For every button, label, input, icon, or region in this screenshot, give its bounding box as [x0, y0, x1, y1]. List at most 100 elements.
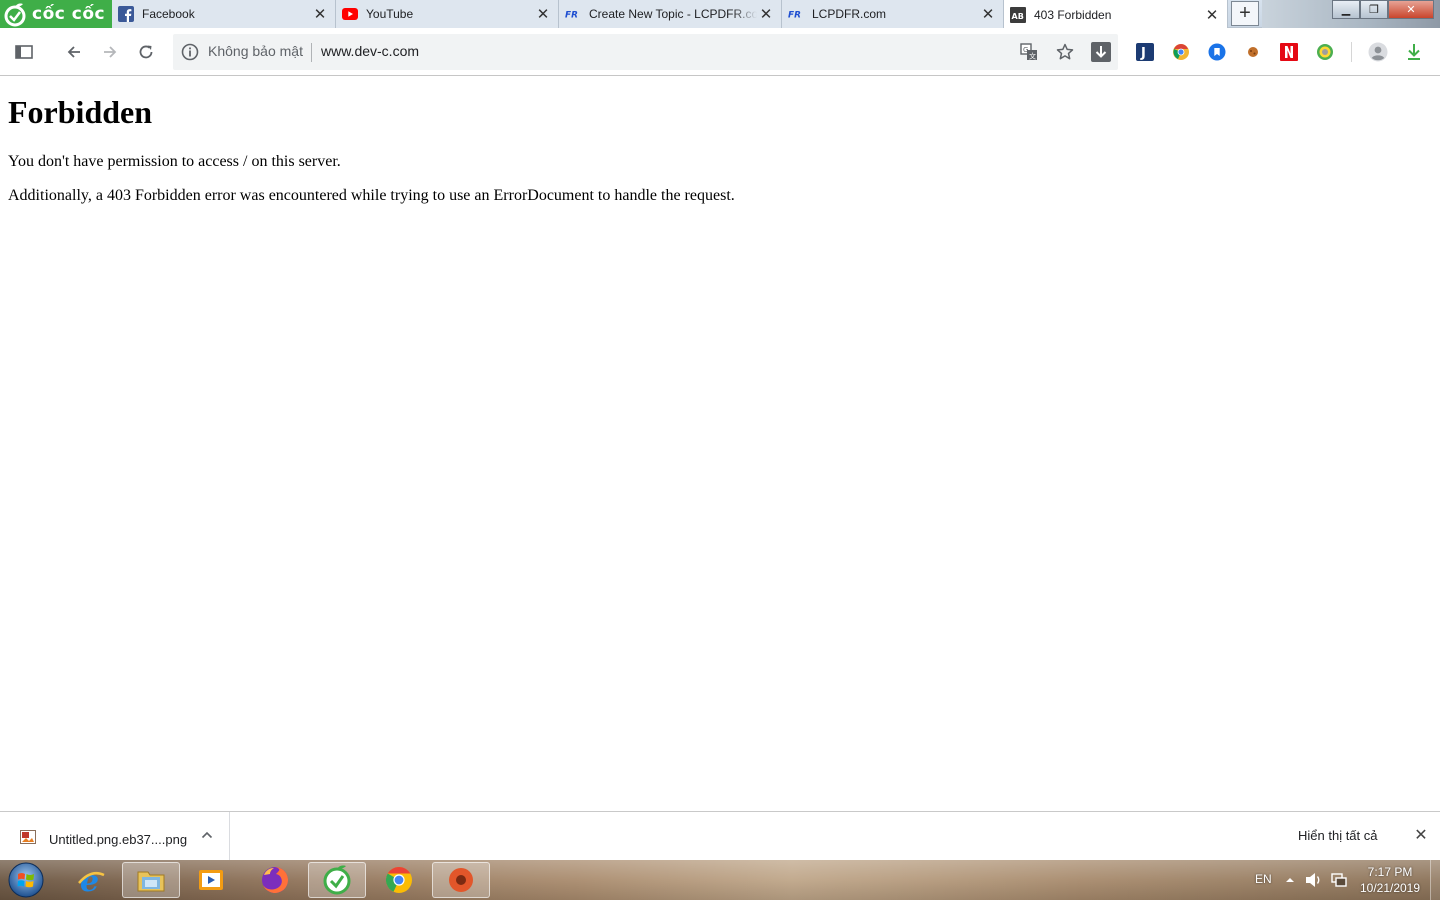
coccoc-icon	[323, 865, 351, 895]
download-file-name[interactable]: Untitled.png.eb37....png	[49, 832, 187, 847]
tab-title: LCPDFR.com	[812, 7, 887, 21]
network-icon[interactable]	[1331, 872, 1347, 888]
minimize-button[interactable]: ▁	[1332, 0, 1360, 19]
download-arrow-icon	[1408, 44, 1420, 60]
tab-title: YouTube	[366, 7, 414, 21]
download-item[interactable]: Untitled.png.eb37....png	[0, 812, 230, 860]
forward-button[interactable]	[96, 38, 124, 66]
close-icon[interactable]: ✕	[1413, 827, 1429, 844]
ab-icon: AB	[1010, 6, 1026, 23]
taskbar-ie-button[interactable]: e	[62, 862, 120, 898]
system-clock[interactable]: 7:17 PM 10/21/2019	[1352, 864, 1428, 896]
extension-globe-button[interactable]	[1315, 42, 1335, 62]
image-file-icon	[20, 830, 36, 844]
browser-toolbar: Không bảo mật www.dev-c.com G文 J	[0, 28, 1440, 76]
svg-text:文: 文	[1029, 52, 1036, 61]
extension-cookie-button[interactable]	[1243, 42, 1263, 62]
brand-name: cốc cốc	[32, 4, 106, 24]
taskbar-firefox-button[interactable]	[246, 862, 304, 898]
restore-button[interactable]: ❐	[1360, 0, 1388, 19]
show-hidden-icons-icon[interactable]	[1285, 875, 1295, 885]
address-bar[interactable]: Không bảo mật www.dev-c.com G文	[173, 34, 1118, 70]
savior-download-button[interactable]	[1090, 41, 1112, 63]
url-text[interactable]: www.dev-c.com	[321, 43, 419, 59]
svg-text:AB: AB	[1012, 12, 1024, 21]
tab-title: Facebook	[142, 7, 195, 21]
translate-icon: G文	[1020, 43, 1037, 61]
new-tab-button[interactable]: +	[1231, 1, 1259, 26]
toolbar-divider	[1351, 42, 1352, 62]
language-indicator[interactable]: EN	[1255, 872, 1272, 886]
tab-403-forbidden[interactable]: AB 403 Forbidden ✕	[1004, 0, 1228, 29]
tab-title: 403 Forbidden	[1034, 7, 1112, 22]
extension-chrome-button[interactable]	[1171, 42, 1191, 62]
downloads-button[interactable]	[1404, 42, 1424, 62]
tab-close-icon[interactable]: ✕	[757, 5, 775, 23]
star-icon	[1056, 43, 1074, 60]
tab-close-icon[interactable]: ✕	[979, 5, 997, 23]
coccoc-logo-icon	[4, 3, 26, 27]
clock-time: 7:17 PM	[1367, 865, 1413, 879]
chrome-extension-icon	[1173, 44, 1189, 60]
tab-close-icon[interactable]: ✕	[311, 5, 329, 23]
firefox-icon	[262, 867, 288, 893]
arrow-left-icon	[67, 46, 80, 58]
windows-taskbar: e EN 7:17 PM 10/21/2019	[0, 860, 1440, 900]
address-divider	[311, 43, 312, 62]
taskbar-orange-app-button[interactable]	[432, 862, 490, 898]
tab-close-icon[interactable]: ✕	[1203, 6, 1221, 24]
tab-youtube[interactable]: YouTube ✕	[336, 0, 559, 28]
error-detail: Additionally, a 403 Forbidden error was …	[8, 187, 735, 204]
back-button[interactable]	[60, 38, 88, 66]
svg-text:FR: FR	[788, 11, 801, 20]
taskbar-media-button[interactable]	[182, 862, 240, 898]
extension-blue-button[interactable]	[1207, 42, 1227, 62]
tab-strip: cốc cốc Facebook ✕ YouTube ✕ FR Create N…	[0, 0, 1440, 29]
download-box-icon	[1091, 42, 1111, 62]
bookmark-star-button[interactable]	[1054, 41, 1076, 63]
volume-icon[interactable]	[1305, 872, 1323, 888]
window-frame: ▁ ❐ ✕	[1262, 0, 1440, 28]
globe-extension-icon	[1317, 44, 1333, 60]
window-close-button[interactable]: ✕	[1388, 0, 1434, 19]
folder-icon	[137, 871, 165, 892]
extension-n-button[interactable]	[1279, 42, 1299, 62]
show-desktop-button[interactable]	[1430, 860, 1440, 900]
security-status[interactable]: Không bảo mật	[208, 43, 303, 59]
avatar-icon	[1368, 42, 1388, 62]
youtube-icon	[342, 6, 358, 22]
error-message: You don't have permission to access / on…	[8, 153, 341, 170]
taskbar-explorer-button[interactable]	[122, 862, 180, 898]
taskbar-coccoc-button[interactable]	[308, 862, 366, 898]
web-page: Forbidden You don't have permission to a…	[0, 77, 1440, 810]
j-extension-icon: J	[1136, 43, 1154, 61]
media-player-icon	[199, 870, 223, 890]
download-shelf: Untitled.png.eb37....png Hiển thị tất cả…	[0, 811, 1440, 860]
tab-facebook[interactable]: Facebook ✕	[112, 0, 336, 28]
internet-explorer-icon: e	[78, 865, 105, 895]
arrow-right-icon	[104, 46, 117, 58]
coccoc-menu-button[interactable]: cốc cốc	[0, 0, 112, 28]
facebook-icon	[118, 6, 134, 22]
tab-create-new-topic[interactable]: FR Create New Topic - LCPDFR.com ✕	[559, 0, 782, 28]
info-icon[interactable]	[181, 43, 199, 61]
translate-button[interactable]: G文	[1018, 41, 1040, 63]
taskbar-chrome-button[interactable]	[370, 862, 428, 898]
reload-button[interactable]	[132, 38, 160, 66]
clock-date: 10/21/2019	[1359, 881, 1421, 895]
page-title: Forbidden	[8, 94, 153, 130]
lcpdfr-icon: FR	[565, 6, 581, 22]
show-all-downloads-link[interactable]: Hiển thị tất cả	[1298, 828, 1378, 843]
chevron-up-icon[interactable]	[200, 828, 214, 842]
profile-button[interactable]	[1368, 42, 1388, 62]
extension-j-button[interactable]: J	[1135, 42, 1155, 62]
tab-close-icon[interactable]: ✕	[534, 5, 552, 23]
lcpdfr-icon: FR	[788, 6, 804, 22]
tab-lcpdfr[interactable]: FR LCPDFR.com ✕	[782, 0, 1004, 28]
bookmark-extension-icon	[1208, 43, 1226, 61]
start-button[interactable]	[6, 861, 46, 899]
reload-icon	[139, 45, 153, 59]
sidebar-toggle-button[interactable]	[10, 38, 38, 66]
orange-app-icon	[449, 868, 473, 892]
svg-text:J: J	[1140, 46, 1146, 61]
